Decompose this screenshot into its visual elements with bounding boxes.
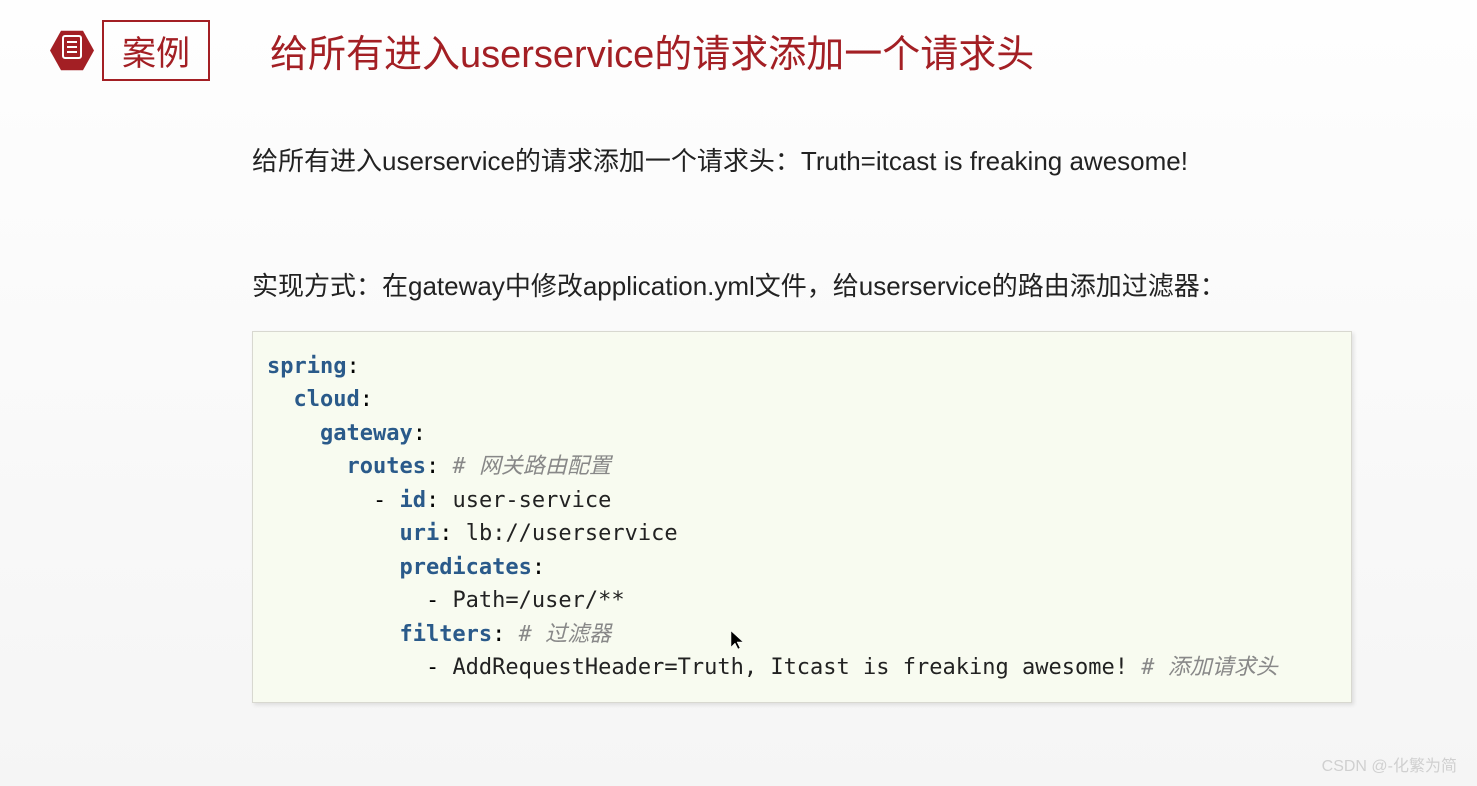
yaml-key: id xyxy=(399,488,426,513)
yaml-value: AddRequestHeader=Truth, Itcast is freaki… xyxy=(452,655,1128,680)
yaml-key: uri xyxy=(399,521,439,546)
implementation-text: 实现方式：在gateway中修改application.yml文件，给users… xyxy=(252,266,1477,303)
case-icon xyxy=(50,29,94,73)
page-title: 给所有进入userservice的请求添加一个请求头 xyxy=(270,23,1034,78)
yaml-value: Path=/user/** xyxy=(452,588,624,613)
yaml-key: gateway xyxy=(320,421,413,446)
badge-label: 案例 xyxy=(102,20,210,81)
slide-header: 案例 给所有进入userservice的请求添加一个请求头 xyxy=(0,0,1477,81)
yaml-key: cloud xyxy=(294,387,360,412)
yaml-value: lb://userservice xyxy=(466,521,678,546)
document-icon xyxy=(61,34,83,67)
yaml-key: routes xyxy=(346,454,425,479)
yaml-comment: # 添加请求头 xyxy=(1141,655,1278,680)
yaml-value: user-service xyxy=(452,488,611,513)
subtitle-text: 给所有进入userservice的请求添加一个请求头：Truth=itcast … xyxy=(252,141,1477,178)
yaml-key: filters xyxy=(399,622,492,647)
watermark-text: CSDN @-化繁为简 xyxy=(1322,752,1457,776)
yaml-key: spring xyxy=(267,354,346,379)
yaml-key: predicates xyxy=(399,555,531,580)
yaml-comment: # 网关路由配置 xyxy=(452,454,611,479)
content-area: 给所有进入userservice的请求添加一个请求头：Truth=itcast … xyxy=(0,141,1477,703)
yaml-code-block: spring: cloud: gateway: routes: # 网关路由配置… xyxy=(252,331,1352,703)
yaml-comment: # 过滤器 xyxy=(519,622,612,647)
